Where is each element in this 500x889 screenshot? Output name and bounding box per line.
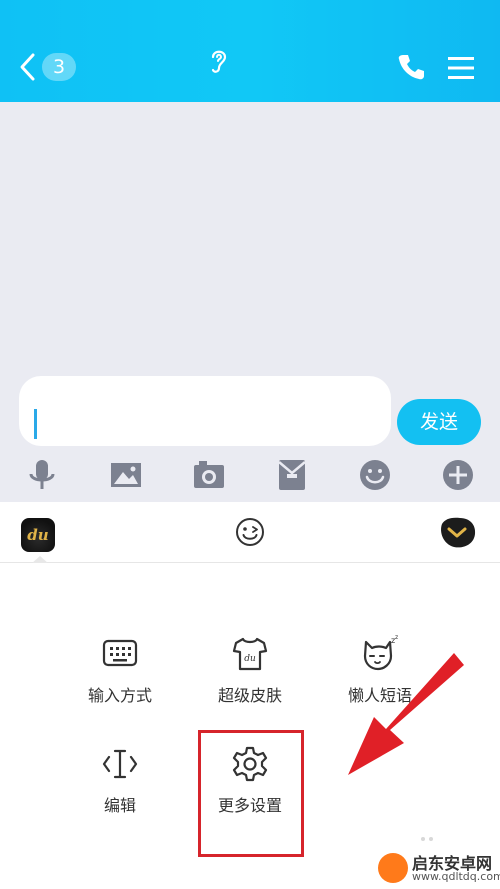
text-cursor-icon [100,744,140,784]
back-button[interactable]: 3 [18,48,82,86]
camera-icon[interactable] [191,457,227,493]
watermark-logo-icon [378,853,408,883]
chevron-left-icon [20,53,35,81]
unread-badge: 3 [42,53,76,81]
site-watermark: 启东安卓网 www.qdltdq.com [378,849,500,889]
menu-item-label: 编辑 [103,796,136,815]
image-icon[interactable] [108,457,144,493]
menu-item-super-skin[interactable]: du 超级皮肤 [195,634,305,706]
page-indicator [421,837,433,841]
hamburger-menu-icon[interactable] [446,54,476,82]
ear-icon[interactable] [206,46,232,76]
keyboard-logo-button[interactable]: du [21,518,55,552]
send-button[interactable]: 发送 [397,399,481,445]
phone-icon[interactable] [396,52,426,82]
highlight-box [198,730,304,857]
annotation-arrow [348,653,464,775]
tshirt-icon: du [230,634,270,674]
text-cursor [34,409,37,439]
watermark-url: www.qdltdq.com [412,870,500,883]
keyboard-icon [100,634,140,674]
svg-text:z: z [395,634,398,641]
wink-emoji-icon[interactable] [235,517,265,547]
red-envelope-icon[interactable] [274,457,310,493]
menu-item-input-method[interactable]: 输入方式 [65,634,175,706]
microphone-icon[interactable] [24,457,60,493]
menu-item-label: 超级皮肤 [217,686,282,705]
menu-item-label: 输入方式 [87,686,152,705]
message-input[interactable] [19,376,391,446]
plus-icon[interactable] [440,457,476,493]
svg-text:du: du [244,654,256,664]
emoji-icon[interactable] [357,457,393,493]
collapse-keyboard-icon[interactable] [436,514,478,552]
menu-item-edit[interactable]: 编辑 [65,744,175,816]
